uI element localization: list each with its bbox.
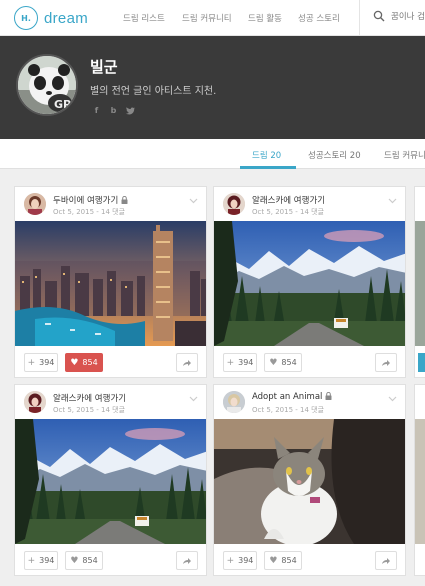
card-actions: +394 ♥ 854: [15, 544, 206, 577]
share-icon: [183, 359, 191, 366]
card-header: 알래스카에 여행가기 Oct 5, 2015 - 14 댓글: [214, 187, 405, 221]
tab-success-stories[interactable]: 성공스토리 20: [308, 149, 361, 161]
nav-success-story[interactable]: 성공 스토리: [298, 12, 340, 24]
share-button[interactable]: [176, 353, 198, 372]
heart-icon: ♥: [70, 357, 79, 368]
card-meta: Oct 5, 2015 - 14 댓글: [53, 208, 126, 216]
dream-card[interactable]: Adopt an Animal Oct 5, 2015 - 14 댓글 +394: [213, 384, 406, 576]
dream-card[interactable]: 두바이에 여행가기 Oct 5, 2015 - 14 댓글 + 394 ♥ 85…: [14, 186, 207, 378]
profile-avatar[interactable]: GP: [16, 54, 78, 116]
like-button[interactable]: ♥ 854: [264, 551, 302, 570]
profile-tabs: 드림 20 성공스토리 20 드림 커뮤니티: [0, 139, 425, 169]
add-dream-button[interactable]: +394: [24, 353, 58, 372]
lock-icon: [121, 196, 128, 204]
nav-divider: [359, 0, 360, 36]
plus-icon: +: [226, 357, 235, 368]
dream-card[interactable]: 알래스카에 여행가기 Oct 5, 2015 - 14 댓글 +394 ♥ 85…: [213, 186, 406, 378]
like-button[interactable]: ♥ 854: [65, 353, 103, 372]
profile-bio: 별의 전언 글인 아티스트 지천.: [90, 86, 217, 97]
next-card-preview[interactable]: [414, 186, 425, 378]
card-actions: +394 ♥ 854: [214, 346, 405, 379]
search-icon: [373, 10, 385, 22]
profile-banner: GP 빌군 별의 전언 글인 아티스트 지천. f b: [0, 36, 425, 139]
next-card-preview[interactable]: [414, 384, 425, 576]
card-header: Adopt an Animal Oct 5, 2015 - 14 댓글: [214, 385, 405, 419]
dream-image[interactable]: [15, 419, 206, 544]
chevron-down-icon[interactable]: [388, 396, 397, 402]
heart-icon: ♥: [70, 555, 79, 566]
chevron-down-icon[interactable]: [189, 396, 198, 402]
author-avatar[interactable]: [24, 193, 46, 215]
profile-name: 빌군: [90, 58, 118, 76]
card-actions: +394 ♥ 854: [15, 346, 206, 379]
add-dream-button[interactable]: +394: [24, 551, 58, 570]
chevron-down-icon[interactable]: [388, 198, 397, 204]
card-meta: Oct 5, 2015 - 14 댓글: [252, 208, 325, 216]
plus-icon: +: [27, 357, 36, 368]
social-links: f b: [92, 106, 135, 115]
plus-icon: +: [226, 555, 235, 566]
plus-icon: +: [27, 555, 36, 566]
active-tab-indicator: [240, 166, 296, 169]
dream-image[interactable]: [214, 419, 405, 544]
nav-dream-list[interactable]: 드림 리스트: [123, 12, 165, 24]
dream-image[interactable]: [15, 221, 206, 346]
card-header: 두바이에 여행가기 Oct 5, 2015 - 14 댓글: [15, 187, 206, 221]
card-header: 알래스카에 여행가기 Oct 5, 2015 - 14 댓글: [15, 385, 206, 419]
like-button[interactable]: ♥ 854: [264, 353, 302, 372]
card-title[interactable]: 알래스카에 여행가기: [53, 392, 126, 404]
card-meta: Oct 5, 2015 - 14 댓글: [252, 406, 325, 414]
author-avatar[interactable]: [24, 391, 46, 413]
blog-icon[interactable]: b: [109, 106, 118, 115]
logo-mark: H.: [14, 6, 38, 30]
logo-text: dream: [44, 9, 89, 27]
facebook-icon[interactable]: f: [92, 106, 101, 115]
author-avatar[interactable]: [223, 391, 245, 413]
top-navigation: H. dream 드림 리스트 드림 커뮤니티 드림 활동 성공 스토리 꿈이나…: [0, 0, 425, 36]
nav-dream-community[interactable]: 드림 커뮤니티: [182, 12, 232, 24]
card-title[interactable]: 두바이에 여행가기: [53, 194, 128, 206]
share-button[interactable]: [375, 353, 397, 372]
share-icon: [382, 359, 390, 366]
share-button[interactable]: [176, 551, 198, 570]
search-placeholder: 꿈이나 검색: [391, 12, 425, 22]
add-dream-button[interactable]: +394: [223, 353, 257, 372]
dream-image[interactable]: [214, 221, 405, 346]
twitter-icon[interactable]: [126, 106, 135, 115]
tab-dreams[interactable]: 드림 20: [252, 149, 281, 161]
nav-dream-activity[interactable]: 드림 활동: [248, 12, 282, 24]
lock-icon: [325, 392, 332, 400]
heart-icon: ♥: [269, 357, 278, 368]
heart-icon: ♥: [269, 555, 278, 566]
card-meta: Oct 5, 2015 - 14 댓글: [53, 406, 126, 414]
share-icon: [183, 557, 191, 564]
svg-text:GP: GP: [54, 98, 71, 111]
chevron-down-icon[interactable]: [189, 198, 198, 204]
like-button[interactable]: ♥ 854: [65, 551, 103, 570]
logo[interactable]: H. dream: [14, 6, 88, 30]
card-actions: +394 ♥ 854: [214, 544, 405, 577]
tab-dream-community[interactable]: 드림 커뮤니티: [384, 149, 425, 161]
add-dream-button[interactable]: +394: [223, 551, 257, 570]
author-avatar[interactable]: [223, 193, 245, 215]
card-title[interactable]: Adopt an Animal: [252, 392, 332, 402]
search-box[interactable]: 꿈이나 검색: [373, 10, 425, 22]
dream-card[interactable]: 알래스카에 여행가기 Oct 5, 2015 - 14 댓글 +394 ♥ 85…: [14, 384, 207, 576]
share-button[interactable]: [375, 551, 397, 570]
card-title[interactable]: 알래스카에 여행가기: [252, 194, 325, 206]
share-icon: [382, 557, 390, 564]
